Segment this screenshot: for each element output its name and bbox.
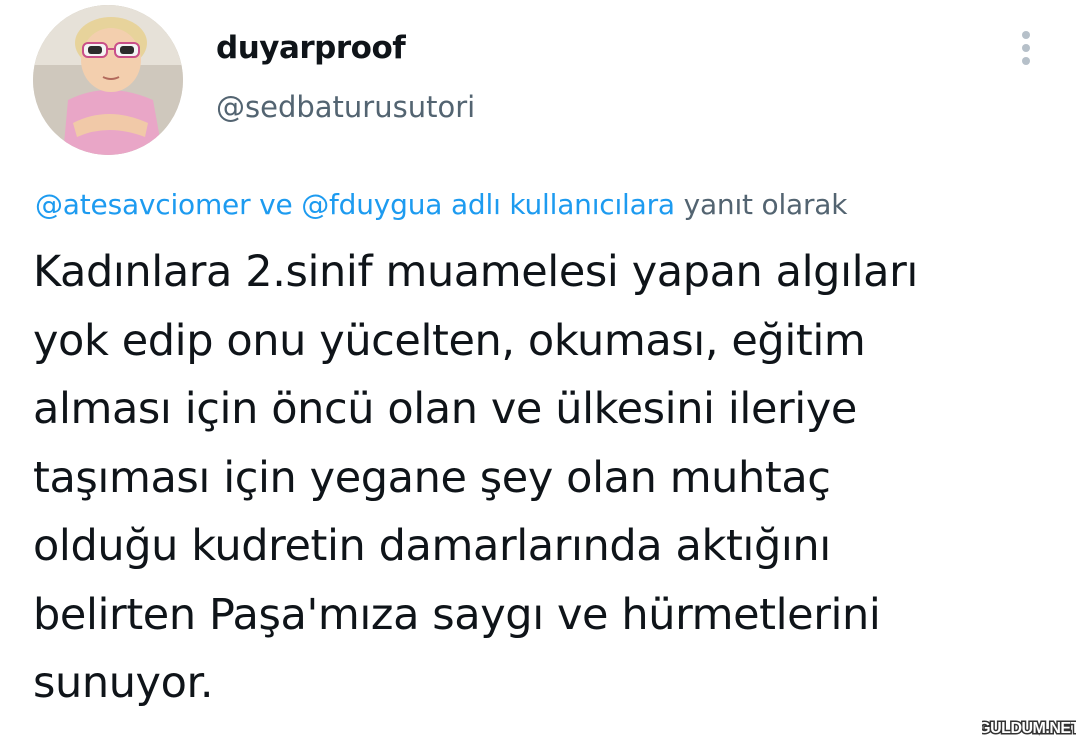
tweet-line: belirten Paşa'mıza saygı ve hürmetlerini: [33, 589, 881, 640]
tweet-line: Kadınlara 2.sinif muamelesi yapan algıla…: [33, 247, 918, 297]
avatar[interactable]: [33, 5, 183, 155]
mention-link-2[interactable]: @fduygua: [301, 188, 442, 221]
reply-context: @atesavciomer ve @fduygua adlı kullanıcı…: [35, 188, 847, 221]
tweet-line: taşıması için yegane şey olan muhtaç: [33, 452, 831, 503]
more-options-button[interactable]: [1008, 30, 1044, 70]
tweet-line: yok edip onu yücelten, okuması, eğitim: [33, 315, 866, 366]
more-vertical-icon: [1022, 31, 1030, 65]
reply-suffix: yanıt olarak: [683, 188, 848, 221]
watermark-logo: GULDUM.NET: [977, 716, 1080, 739]
tweet-card: duyarproof @sedbaturusutori @atesavciome…: [0, 0, 1080, 740]
avatar-image: [33, 5, 183, 155]
tweet-text: Kadınlara 2.sinif muamelesi yapan algıla…: [33, 238, 1068, 718]
others-link[interactable]: adlı kullanıcılara: [451, 188, 675, 221]
watermark-icon: GULDUM.NET: [977, 719, 1080, 739]
user-handle[interactable]: @sedbaturusutori: [216, 90, 475, 124]
reply-connector[interactable]: ve: [259, 188, 293, 221]
svg-text:GULDUM.NET: GULDUM.NET: [982, 720, 1076, 737]
mention-link-1[interactable]: @atesavciomer: [35, 188, 251, 221]
tweet-line: olduğu kudretin damarlarında aktığını: [33, 521, 831, 571]
tweet-line: alması için öncü olan ve ülkesini ileriy…: [33, 384, 857, 434]
display-name[interactable]: duyarproof: [216, 30, 406, 66]
tweet-line: sunuyor.: [33, 658, 214, 708]
